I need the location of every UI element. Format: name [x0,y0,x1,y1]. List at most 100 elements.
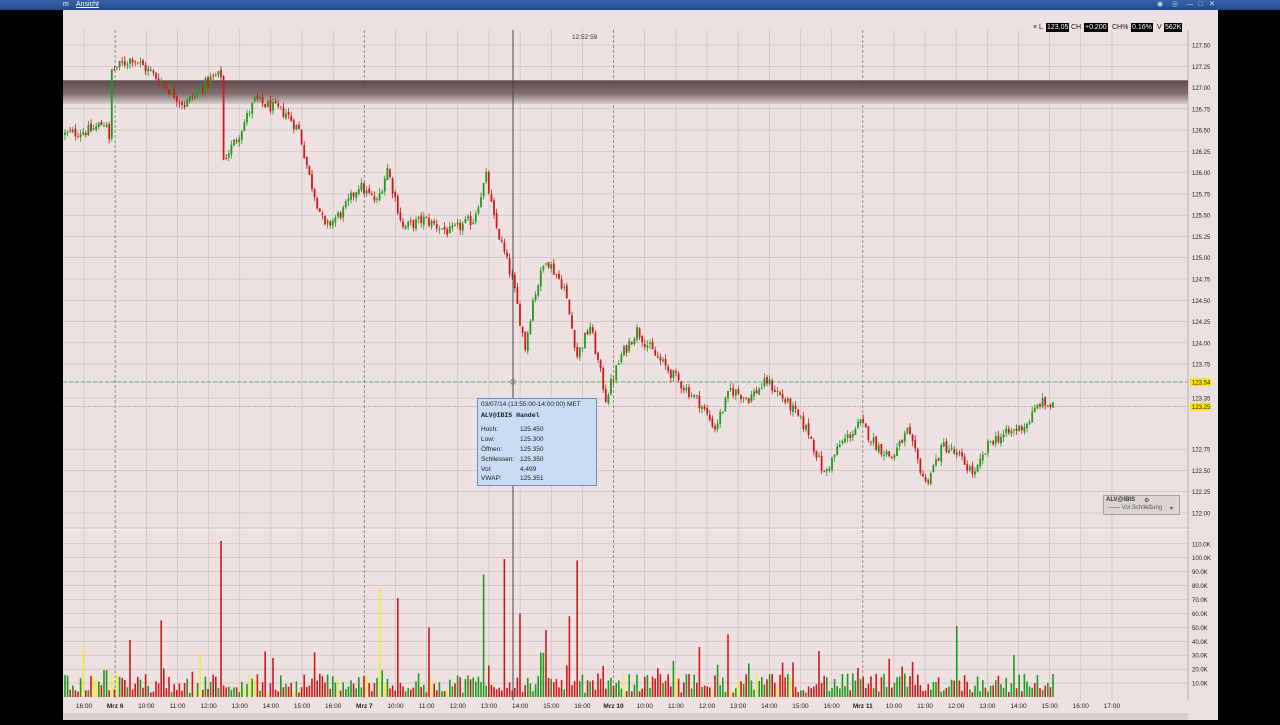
series-legend-box[interactable]: ALV@IBIS ⚙ —— Vor.Schließung ▾ [1103,495,1180,515]
user-icon[interactable]: ◉ [1157,1,1163,9]
candle-body [859,419,862,424]
candle-body [659,357,662,361]
close-icon[interactable]: ✕ [1209,1,1215,9]
menu-view[interactable]: Ansicht [76,0,99,10]
candle-body [347,198,350,201]
volume-bar [360,687,363,697]
candle-body [1013,429,1015,431]
price-axis-label: 126.50 [1192,129,1211,135]
candle-body [259,96,261,99]
legend-series-label: Vor.Schließung [1121,505,1163,511]
minimize-icon[interactable]: — [1186,1,1193,9]
price-axis-label: 126.25 [1192,150,1211,156]
tooltip-row-high: Hoch: 125.450 [481,426,591,435]
candle-body [165,86,168,89]
candle-body [95,126,98,130]
candle-body [485,171,488,183]
candle-body [576,346,579,357]
quote-close-icon[interactable]: × [1033,23,1037,32]
volume-bar [940,691,942,697]
volume-bar [771,673,773,697]
candle-body [428,218,430,226]
price-axis-label: 123.25 [1192,405,1211,411]
candle-body [251,102,254,114]
chart-canvas[interactable]: 16:00 Mrz 6 10:00 11:00 12:00 13:00 14:00 15:00… [63,10,1218,720]
candle-body [792,405,794,412]
time-axis-label: 12:00 [450,703,467,710]
volume-bar [696,682,698,697]
candle-body [979,458,982,467]
candle-body [706,408,709,414]
candle-body [357,189,360,195]
candle-body [204,78,207,94]
volume-bar [677,678,680,697]
candle-body [248,113,251,115]
volume-bar [342,682,344,697]
volume-bar [618,680,620,697]
volume-bar [467,675,469,697]
time-axis-label: 11:00 [917,703,933,710]
volume-bar [646,675,649,697]
chevron-down-icon[interactable]: ▾ [1170,505,1173,512]
candle-body [961,452,963,457]
volume-bar [212,674,214,697]
pin-icon[interactable]: ◎ [1172,1,1178,9]
volume-bar [209,681,212,697]
time-axis-label: 11:00 [170,703,186,710]
volume-bar [514,687,516,697]
candle-body [636,327,638,340]
candle-body [831,457,833,470]
volume-bar [573,681,576,697]
volume-bar [204,676,207,697]
volume-bar [233,687,235,697]
candle-body [836,446,839,456]
menu-fragment[interactable]: m [63,0,69,10]
volume-bar [137,676,139,697]
volume-bar [735,688,737,697]
candle-body [963,456,966,465]
candle-body [64,132,66,136]
volume-bar [654,678,656,697]
candle-body [1039,404,1041,407]
candle-body [386,167,389,181]
candle-body [763,377,766,387]
volume-bar [961,690,963,697]
volume-bar [150,692,152,697]
tooltip-key: Vol: [481,466,492,473]
volume-bar [602,665,604,697]
volume-bar [922,691,924,697]
candle-body [97,123,100,128]
volume-bar [170,691,173,697]
pane-separator [63,527,1218,530]
candle-body [586,331,589,335]
chart-window[interactable]: 16:00 Mrz 6 10:00 11:00 12:00 13:00 14:00 15:00… [63,10,1218,720]
candle-body [105,124,108,127]
tooltip-key: VWAP: [481,475,502,482]
volume-bar [183,682,186,697]
candle-body [864,423,867,428]
candle-body [272,102,274,111]
candle-body [331,220,334,226]
price-axis-label: 124.50 [1192,299,1211,305]
tooltip-key: Schliessen: [481,456,515,463]
candle-body [186,99,189,107]
candle-body [459,222,462,231]
volume-bar [532,691,534,697]
candle-body [116,67,118,69]
volume-bar [982,680,984,697]
candle-body [136,62,139,64]
volume-axis-label: 100.0K [1192,556,1211,562]
settings-icon[interactable]: ⚙ [1144,497,1149,504]
volume-bar [610,677,612,697]
volume-bar [280,675,282,697]
maximize-icon[interactable]: □ [1198,1,1202,9]
candle-body [779,392,781,395]
volume-bar [896,677,898,697]
volume-bar [272,658,274,697]
candle-body [896,447,898,457]
volume-bar [607,680,610,697]
volume-bar [563,689,565,697]
tooltip-row-vwap: VWAP: 125.351 [481,475,591,484]
candle-body [794,405,797,409]
candle-body [537,285,540,296]
